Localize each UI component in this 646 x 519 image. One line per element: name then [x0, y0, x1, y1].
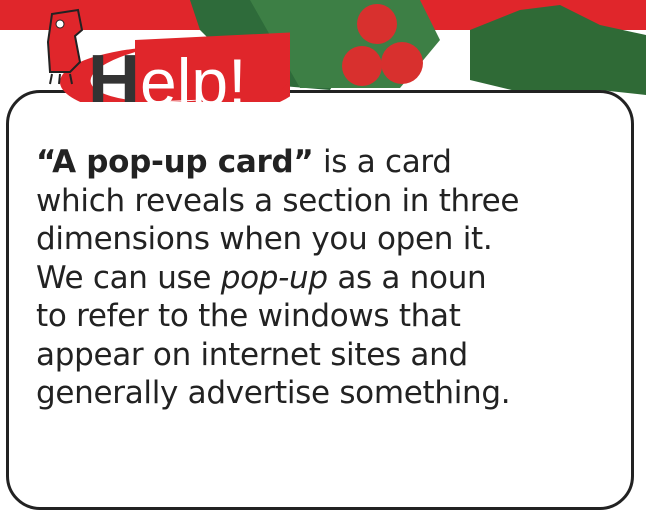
term: “A pop-up card” [36, 144, 314, 180]
text-line: to refer to the windows that [36, 298, 461, 334]
logo-h: H [88, 41, 140, 102]
text-line: is a card [313, 144, 452, 180]
berry-icon [357, 4, 397, 44]
text-line: appear on internet sites and [36, 336, 468, 373]
text-line: which reveals a section in three [36, 182, 520, 219]
definition-text: “A pop-up card” is a card which reveals … [36, 143, 636, 413]
holly-leaf-icon [470, 5, 646, 95]
text-line: We can use [36, 259, 221, 296]
text-line: generally advertise something. [36, 375, 511, 411]
emphasis: pop-up [220, 259, 328, 296]
logo-elp: elp! [140, 45, 246, 102]
help-logo: H elp! [46, 8, 290, 102]
berry-icon [342, 46, 382, 86]
text-line: dimensions when you open it. [36, 221, 493, 257]
berry-icon [381, 42, 423, 84]
text-line: as a noun [327, 259, 487, 296]
